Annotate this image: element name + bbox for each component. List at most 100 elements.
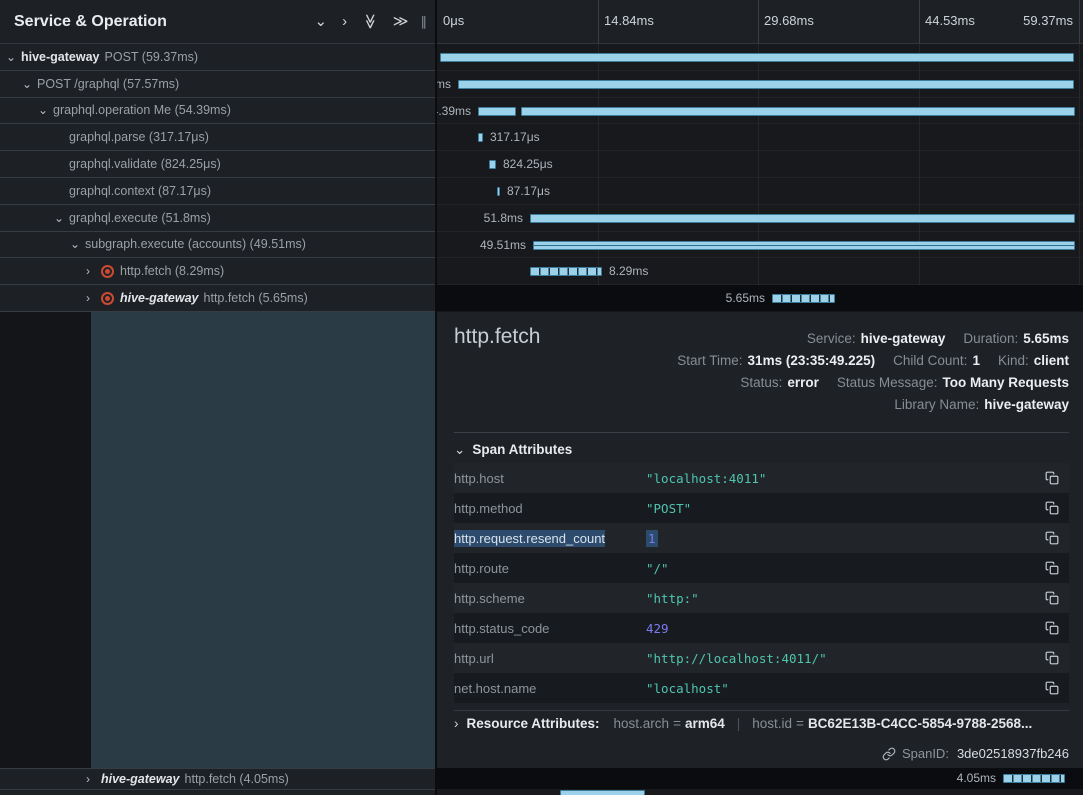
meta-label: Child Count: — [893, 353, 967, 368]
detail-divider — [454, 432, 1069, 433]
span-duration-bar[interactable] — [478, 133, 483, 142]
span-duration-bar[interactable] — [458, 80, 1074, 89]
collapse-span-icon[interactable]: ⌄ — [6, 51, 21, 63]
collapse-all-icon[interactable]: ≫ — [362, 14, 377, 30]
detail-meta-line: Library Name:hive-gateway — [677, 394, 1069, 416]
span-timeline-row[interactable]: 87.17μs — [437, 178, 1083, 205]
span-duration-bar[interactable] — [533, 241, 1075, 250]
span-duration-label: 5.65ms — [726, 291, 765, 305]
expand-span-icon[interactable]: › — [86, 773, 101, 785]
span-timeline-row[interactable]: 5.65ms — [437, 285, 1083, 312]
collapse-span-icon[interactable]: ⌄ — [38, 104, 53, 116]
span-tree-row[interactable]: ›http.fetch (8.29ms) — [0, 258, 435, 285]
ruler-tick-line — [598, 0, 599, 43]
span-tree-row[interactable]: graphql.validate (824.25μs) — [0, 151, 435, 178]
expand-span-icon[interactable]: › — [86, 292, 101, 304]
attribute-row: http.url"http://localhost:4011/" — [454, 643, 1069, 673]
span-timeline-row[interactable]: 51.8ms — [437, 205, 1083, 232]
copy-icon[interactable] — [1045, 471, 1059, 485]
ruler-tick-line — [919, 0, 920, 43]
bottom-span-tree-row-container: ›hive-gatewayhttp.fetch (4.05ms) — [0, 768, 435, 789]
collapse-span-icon[interactable]: ⌄ — [22, 78, 37, 90]
copy-icon[interactable] — [1045, 681, 1059, 695]
span-timeline-row[interactable]: 824.25μs — [437, 151, 1083, 178]
panel-title: Service & Operation — [14, 13, 167, 31]
span-timeline-row[interactable]: 317.17μs — [437, 124, 1083, 151]
span-timeline-row[interactable]: 54.39ms — [437, 98, 1083, 125]
span-duration-bar[interactable] — [1003, 774, 1065, 783]
copy-icon[interactable] — [1045, 651, 1059, 665]
span-duration-label: 87.17μs — [507, 184, 550, 198]
attribute-key: http.route — [454, 561, 646, 576]
span-duration-bar[interactable] — [497, 187, 500, 196]
span-duration-bar[interactable] — [772, 294, 835, 303]
expand-all-icon[interactable]: ≫ — [393, 14, 409, 29]
selected-span-expansion — [90, 312, 435, 768]
span-tree-row[interactable]: ⌄hive-gatewayPOST (59.37ms) — [0, 44, 435, 71]
span-timeline-row[interactable]: 8.29ms — [437, 258, 1083, 285]
span-duration-bar[interactable] — [530, 214, 1075, 223]
panel-divider[interactable] — [435, 0, 437, 795]
meta-label: Kind: — [998, 353, 1029, 368]
collapse-span-icon[interactable]: ⌄ — [54, 212, 69, 224]
attribute-value: "POST" — [646, 501, 691, 516]
span-duration-label: 51.8ms — [484, 211, 523, 225]
span-label: http.fetch (5.65ms) — [204, 291, 308, 305]
collapse-span-icon[interactable]: ⌄ — [70, 238, 85, 250]
span-duration-label: 317.17μs — [490, 130, 540, 144]
expand-one-icon[interactable]: › — [342, 14, 347, 29]
detail-meta-line: Service:hive-gatewayDuration:5.65ms — [677, 328, 1069, 350]
span-tree-row[interactable]: ⌄graphql.execute (51.8ms) — [0, 205, 435, 232]
span-duration-bar[interactable] — [440, 53, 1074, 62]
span-duration-bar[interactable] — [521, 107, 1075, 116]
attribute-value: "localhost:4011" — [646, 471, 766, 486]
timeline-area: 57.57ms54.39ms 317.17μs 824.25μs 87.17μs 51.… — [437, 44, 1083, 312]
copy-icon[interactable] — [1045, 531, 1059, 545]
span-duration-label: 4.05ms — [957, 771, 996, 785]
span-duration-label: 8.29ms — [609, 264, 648, 278]
ruler-tick-label: 29.68ms — [764, 13, 814, 28]
span-tree-row[interactable]: ›hive-gatewayhttp.fetch (5.65ms) — [0, 285, 435, 312]
span-attributes-header[interactable]: ⌄Span Attributes — [454, 442, 572, 458]
attribute-key: http.method — [454, 501, 646, 516]
resource-attributes-row[interactable]: › Resource Attributes: host.arch=arm64|h… — [454, 716, 1069, 731]
attribute-row: http.status_code429 — [454, 613, 1069, 643]
copy-icon[interactable] — [1045, 621, 1059, 635]
span-id-row: SpanID: 3de02518937fb246 — [882, 746, 1069, 761]
collapse-one-icon[interactable]: ⌄ — [315, 14, 328, 29]
span-duration-bar[interactable] — [478, 107, 516, 116]
span-duration-bar[interactable] — [530, 267, 602, 276]
expand-span-icon[interactable]: › — [86, 265, 101, 277]
span-duration-bar[interactable] — [560, 790, 645, 795]
span-duration-bar[interactable] — [489, 160, 496, 169]
span-tree-row[interactable]: graphql.parse (317.17μs) — [0, 124, 435, 151]
attribute-row: http.host"localhost:4011" — [454, 463, 1069, 493]
resource-divider — [454, 710, 1069, 711]
span-timeline-row[interactable]: 57.57ms — [437, 71, 1083, 98]
span-timeline-row[interactable] — [437, 789, 1083, 795]
copy-icon[interactable] — [1045, 501, 1059, 515]
span-id-label: SpanID: — [902, 746, 949, 761]
link-icon[interactable] — [882, 747, 896, 761]
span-timeline-row[interactable]: 4.05ms — [437, 768, 1083, 789]
span-tree-row[interactable]: graphql.context (87.17μs) — [0, 178, 435, 205]
bottom-span-timeline-row[interactable]: 4.05ms — [437, 768, 1083, 789]
attribute-key: http.host — [454, 471, 646, 486]
resource-key: host.arch — [614, 716, 670, 731]
resource-separator: | — [737, 716, 741, 731]
span-tree-row[interactable]: ›hive-gatewayhttp.fetch (4.05ms) — [0, 769, 435, 789]
partial-tree-row — [0, 789, 435, 795]
span-timeline-row[interactable]: 49.51ms — [437, 232, 1083, 259]
copy-icon[interactable] — [1045, 561, 1059, 575]
copy-icon[interactable] — [1045, 591, 1059, 605]
resource-equals: = — [796, 716, 804, 731]
resource-key: host.id — [752, 716, 792, 731]
span-tree-row[interactable]: ⌄POST /graphql (57.57ms) — [0, 71, 435, 98]
span-tree-row[interactable]: ⌄graphql.operation Me (54.39ms) — [0, 98, 435, 125]
span-tree-row[interactable]: ⌄subgraph.execute (accounts) (49.51ms) — [0, 232, 435, 259]
attribute-row: http.method"POST" — [454, 493, 1069, 523]
span-label: graphql.context (87.17μs) — [69, 184, 211, 198]
span-label: POST (59.37ms) — [105, 50, 199, 64]
panel-resize-handle[interactable]: ∥ — [421, 14, 428, 30]
span-timeline-row[interactable] — [437, 44, 1083, 71]
